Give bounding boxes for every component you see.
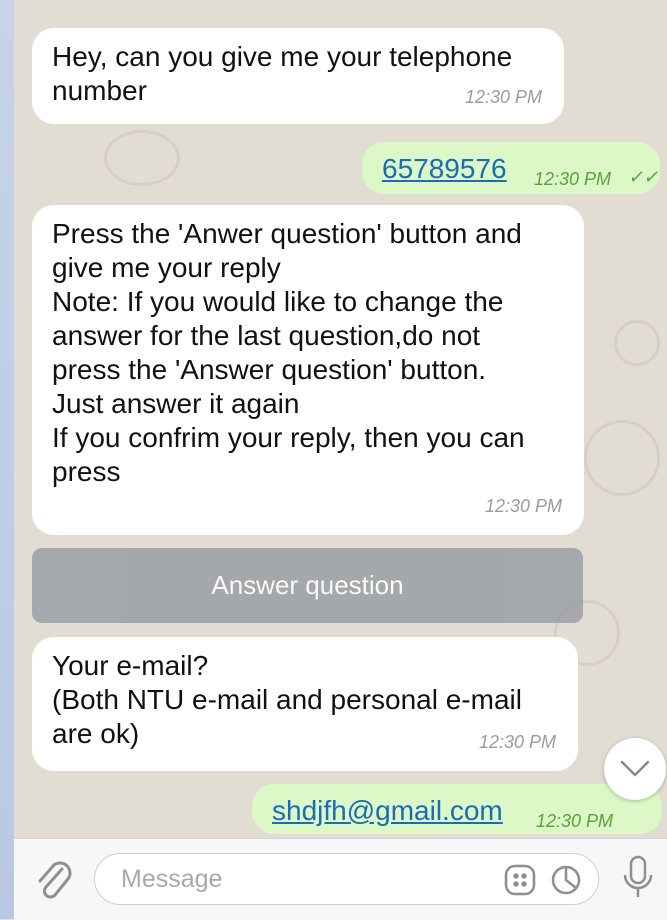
message-line: Just answer it again [52,388,300,419]
message-time: 12:30 PM [536,811,614,831]
message-line: (Both NTU e-mail and personal e-mail [52,684,522,715]
message-placeholder: Message [121,865,223,893]
message-time: 12:30 PM [478,732,556,752]
double-check-icon: ✓✓ [628,167,659,187]
message-line: give me your reply [52,252,281,283]
attach-button[interactable] [32,855,76,903]
message-line: answer for the last question,do not [52,320,481,351]
message-line: press [52,456,121,487]
message-line: If you confrim your reply, then you can [52,422,525,453]
background-doodle [104,130,180,186]
sticker-icon [504,864,536,896]
clock-icon [551,865,581,895]
chevron-down-icon [620,760,650,777]
message-incoming[interactable]: Press the 'Anwer question' button and gi… [32,205,584,535]
message-incoming[interactable]: Your e-mail? (Both NTU e-mail and person… [32,637,578,771]
message-outgoing[interactable]: shdjfh@gmail.com 12:30 PM [252,784,662,834]
message-line: Note: If you would like to change the [52,286,504,317]
message-time: 12:30 PM [534,169,612,189]
background-doodle [614,320,660,366]
message-line: Press the 'Anwer question' button and [52,218,522,249]
message-line: press the 'Answer question' button. [52,354,487,385]
microphone-icon [623,855,653,897]
timer-button[interactable] [549,863,583,897]
background-doodle [584,420,660,496]
phone-number-link[interactable]: 65789576 [382,153,507,184]
email-link[interactable]: shdjfh@gmail.com [272,795,503,826]
answer-question-button[interactable]: Answer question [32,548,583,623]
message-outgoing[interactable]: 65789576 12:30 PM ✓✓ [362,142,660,194]
message-time: 12:30 PM [484,496,562,516]
message-line: Your e-mail? [52,650,209,681]
voice-button[interactable] [620,853,656,905]
message-composer: Message [14,838,667,920]
paperclip-icon [38,861,72,899]
sticker-button[interactable] [503,863,537,897]
window-edge [0,0,14,919]
message-time: 12:30 PM [464,87,542,107]
message-incoming[interactable]: Hey, can you give me your telephone numb… [32,28,564,124]
scroll-down-button[interactable] [604,738,666,800]
message-input[interactable]: Message [94,853,599,905]
